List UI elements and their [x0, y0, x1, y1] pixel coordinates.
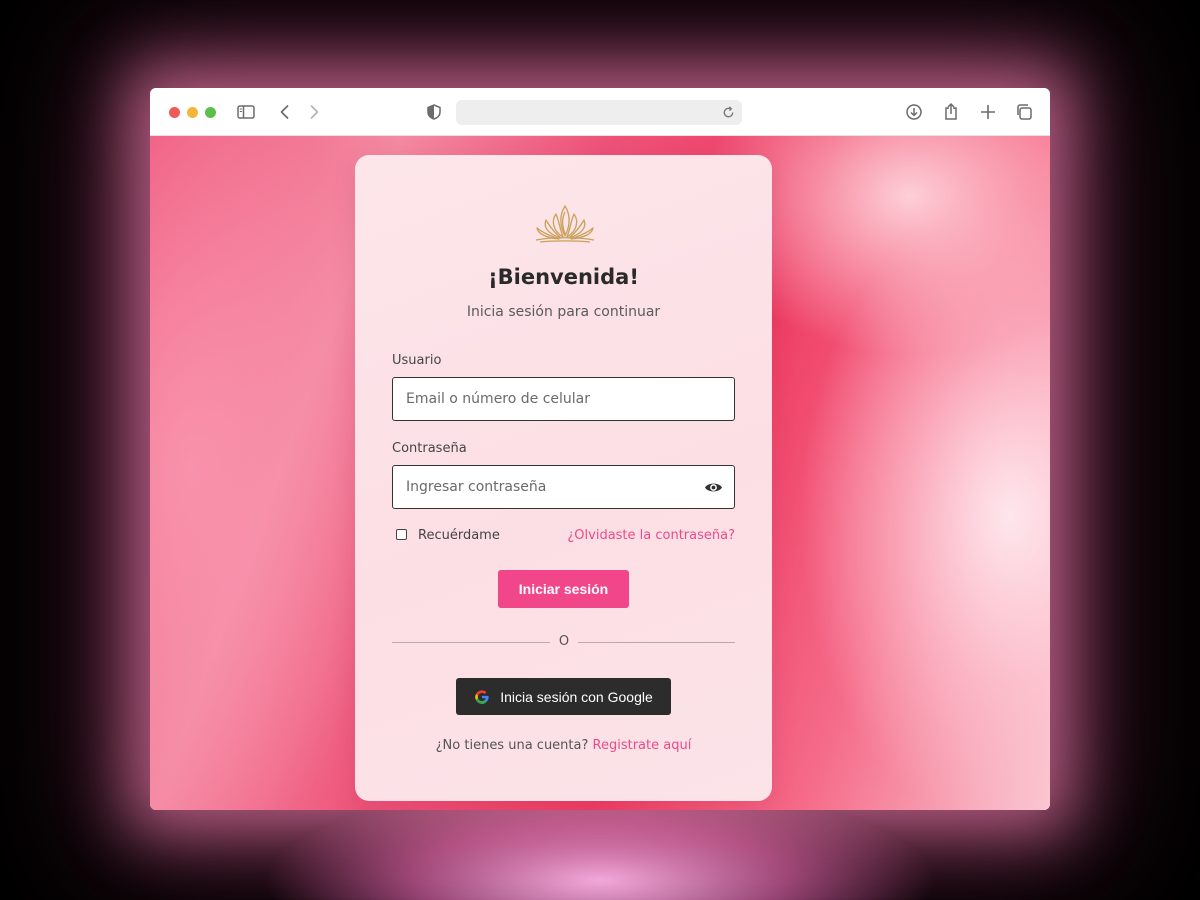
close-window-button[interactable]	[169, 107, 180, 118]
privacy-shield-icon[interactable]	[423, 101, 445, 123]
signup-prompt: ¿No tienes una cuenta?	[435, 738, 589, 753]
share-icon[interactable]	[940, 101, 962, 123]
page-title: ¡Bienvenida!	[488, 265, 639, 289]
password-input[interactable]	[393, 466, 734, 508]
user-input[interactable]	[393, 378, 734, 420]
new-tab-icon[interactable]	[977, 101, 999, 123]
divider-text: O	[558, 634, 570, 649]
password-field	[392, 465, 735, 509]
back-icon[interactable]	[274, 101, 296, 123]
divider-right	[578, 642, 735, 643]
login-card: ¡Bienvenida! Inicia sesión para continua…	[355, 155, 772, 801]
minimize-window-button[interactable]	[187, 107, 198, 118]
google-icon	[474, 689, 490, 705]
password-label: Contraseña	[392, 441, 467, 456]
reload-icon[interactable]	[721, 105, 736, 120]
signup-link[interactable]: Registrate aquí	[593, 738, 692, 753]
forgot-password-link[interactable]: ¿Olvidaste la contraseña?	[567, 528, 735, 543]
crown-icon	[532, 202, 598, 244]
login-button[interactable]: Iniciar sesión	[498, 570, 629, 608]
divider-left	[392, 642, 550, 643]
google-button-label: Inicia sesión con Google	[500, 688, 653, 705]
address-bar[interactable]	[456, 100, 742, 125]
user-label: Usuario	[392, 353, 442, 368]
page-background: ¡Bienvenida! Inicia sesión para continua…	[150, 136, 1050, 810]
show-password-icon[interactable]	[704, 479, 723, 496]
zoom-window-button[interactable]	[205, 107, 216, 118]
forward-icon[interactable]	[303, 101, 325, 123]
download-icon[interactable]	[903, 101, 925, 123]
browser-window: ¡Bienvenida! Inicia sesión para continua…	[150, 88, 1050, 810]
tab-overview-icon[interactable]	[1013, 101, 1035, 123]
sidebar-icon[interactable]	[235, 101, 257, 123]
user-field	[392, 377, 735, 421]
remember-label: Recuérdame	[418, 528, 500, 543]
google-login-button[interactable]: Inicia sesión con Google	[456, 678, 671, 715]
page-subtitle: Inicia sesión para continuar	[466, 304, 661, 320]
remember-checkbox[interactable]	[396, 529, 407, 540]
signup-row: ¿No tienes una cuenta? Registrate aquí	[355, 738, 772, 753]
browser-toolbar	[150, 88, 1050, 136]
